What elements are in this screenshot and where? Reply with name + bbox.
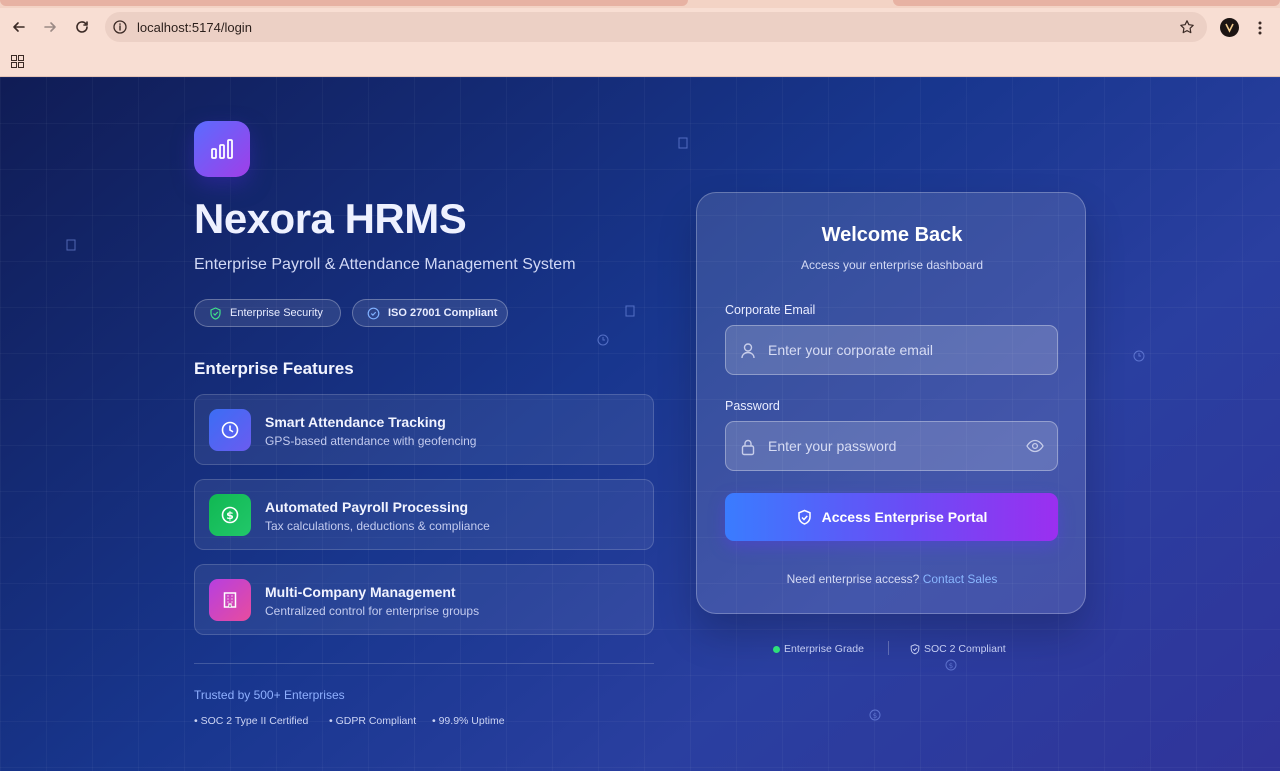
cert-item: • SOC 2 Type II Certified — [194, 715, 309, 727]
footer-text: Need enterprise access? — [786, 572, 920, 586]
user-icon — [741, 343, 755, 359]
divider — [194, 663, 654, 664]
check-circle-icon — [367, 307, 380, 319]
dollar-icon: $ — [221, 506, 239, 524]
url-text[interactable]: localhost:5174/login — [137, 20, 252, 35]
email-label: Corporate Email — [725, 303, 816, 317]
address-bar[interactable]: localhost:5174/login — [105, 12, 1207, 42]
shield-check-icon — [910, 643, 920, 654]
clock-icon — [221, 421, 239, 439]
clock-icon — [1133, 350, 1145, 362]
email-input[interactable] — [768, 326, 1018, 374]
feature-description: GPS-based attendance with geofencing — [265, 434, 477, 448]
forward-button[interactable] — [39, 16, 61, 38]
password-field[interactable] — [725, 421, 1058, 471]
brand-title: Nexora HRMS — [194, 195, 467, 242]
arrow-left-icon — [13, 22, 25, 32]
feature-icon-tile — [209, 409, 251, 451]
divider — [888, 641, 889, 655]
feature-description: Centralized control for enterprise group… — [265, 604, 480, 618]
arrow-right-icon — [44, 22, 56, 32]
login-card: Welcome Back Access your enterprise dash… — [696, 192, 1086, 614]
features-heading: Enterprise Features — [194, 359, 354, 378]
password-label: Password — [725, 399, 780, 413]
building-icon — [625, 305, 635, 317]
lock-icon — [741, 439, 755, 456]
iso-compliance-badge: ISO 27001 Compliant — [352, 299, 508, 327]
building-icon — [66, 239, 76, 251]
building-icon — [223, 592, 237, 608]
access-request-text: Need enterprise access? Contact Sales — [697, 572, 1087, 586]
shield-check-icon — [210, 306, 221, 320]
building-icon — [678, 137, 688, 149]
badge-label: ISO 27001 Compliant — [388, 307, 498, 319]
svg-text:$: $ — [226, 509, 234, 522]
kebab-menu-icon — [1258, 21, 1262, 35]
dollar-icon: $ — [945, 659, 957, 671]
profile-avatar[interactable] — [1220, 18, 1239, 37]
button-label: Access Enterprise Portal — [821, 509, 988, 525]
feature-card-attendance: Smart Attendance Tracking GPS-based atte… — [194, 394, 654, 465]
feature-description: Tax calculations, deductions & complianc… — [265, 519, 490, 533]
browser-tab[interactable] — [893, 0, 1280, 6]
browser-tabstrip — [0, 0, 1280, 8]
feature-card-payroll: $ Automated Payroll Processing Tax calcu… — [194, 479, 654, 550]
trusted-by-text: Trusted by 500+ Enterprises — [194, 688, 345, 702]
browser-menu-button[interactable] — [1253, 20, 1267, 36]
site-info-icon[interactable] — [113, 20, 127, 34]
login-page: $ $ Nexora HRMS Enterprise Payroll & Att… — [0, 77, 1280, 771]
password-input[interactable] — [768, 422, 1018, 470]
enterprise-security-badge: Enterprise Security — [194, 299, 341, 327]
badge-label: Enterprise Security — [230, 307, 323, 319]
feature-card-multi-company: Multi-Company Management Centralized con… — [194, 564, 654, 635]
enterprise-grade-badge: Enterprise Grade — [773, 643, 864, 655]
feature-title: Smart Attendance Tracking — [265, 414, 446, 430]
star-icon[interactable] — [1179, 19, 1195, 35]
reload-icon — [76, 21, 88, 33]
brand-subtitle: Enterprise Payroll & Attendance Manageme… — [194, 256, 576, 273]
feature-icon-tile: $ — [209, 494, 251, 536]
clock-icon — [597, 334, 609, 346]
login-subtitle: Access your enterprise dashboard — [800, 258, 984, 272]
reload-button[interactable] — [71, 16, 93, 38]
badge-label: SOC 2 Compliant — [924, 643, 1006, 655]
svg-text:$: $ — [873, 712, 877, 720]
browser-tab[interactable] — [0, 0, 688, 6]
browser-toolbar: localhost:5174/login — [0, 8, 1280, 46]
cert-item: • 99.9% Uptime — [432, 715, 505, 727]
email-field[interactable] — [725, 325, 1058, 375]
contact-sales-link[interactable]: Contact Sales — [923, 572, 998, 586]
avatar-icon — [1225, 23, 1234, 33]
svg-text:$: $ — [949, 662, 953, 670]
bookmarks-bar — [0, 46, 1280, 77]
bar-chart-icon — [211, 139, 233, 159]
soc-compliant-badge: SOC 2 Compliant — [910, 643, 1006, 655]
back-button[interactable] — [8, 16, 30, 38]
access-portal-button[interactable]: Access Enterprise Portal — [725, 493, 1058, 541]
feature-icon-tile — [209, 579, 251, 621]
feature-title: Automated Payroll Processing — [265, 499, 469, 515]
shield-check-icon — [797, 509, 811, 525]
brand-logo — [194, 121, 250, 177]
status-dot-icon — [773, 645, 780, 653]
badge-label: Enterprise Grade — [784, 643, 864, 655]
dollar-icon: $ — [869, 709, 881, 721]
cert-item: • GDPR Compliant — [329, 715, 417, 727]
eye-icon[interactable] — [1026, 439, 1044, 453]
feature-title: Multi-Company Management — [265, 584, 456, 600]
apps-grid-icon[interactable] — [11, 55, 24, 68]
login-title: Welcome Back — [821, 224, 963, 246]
